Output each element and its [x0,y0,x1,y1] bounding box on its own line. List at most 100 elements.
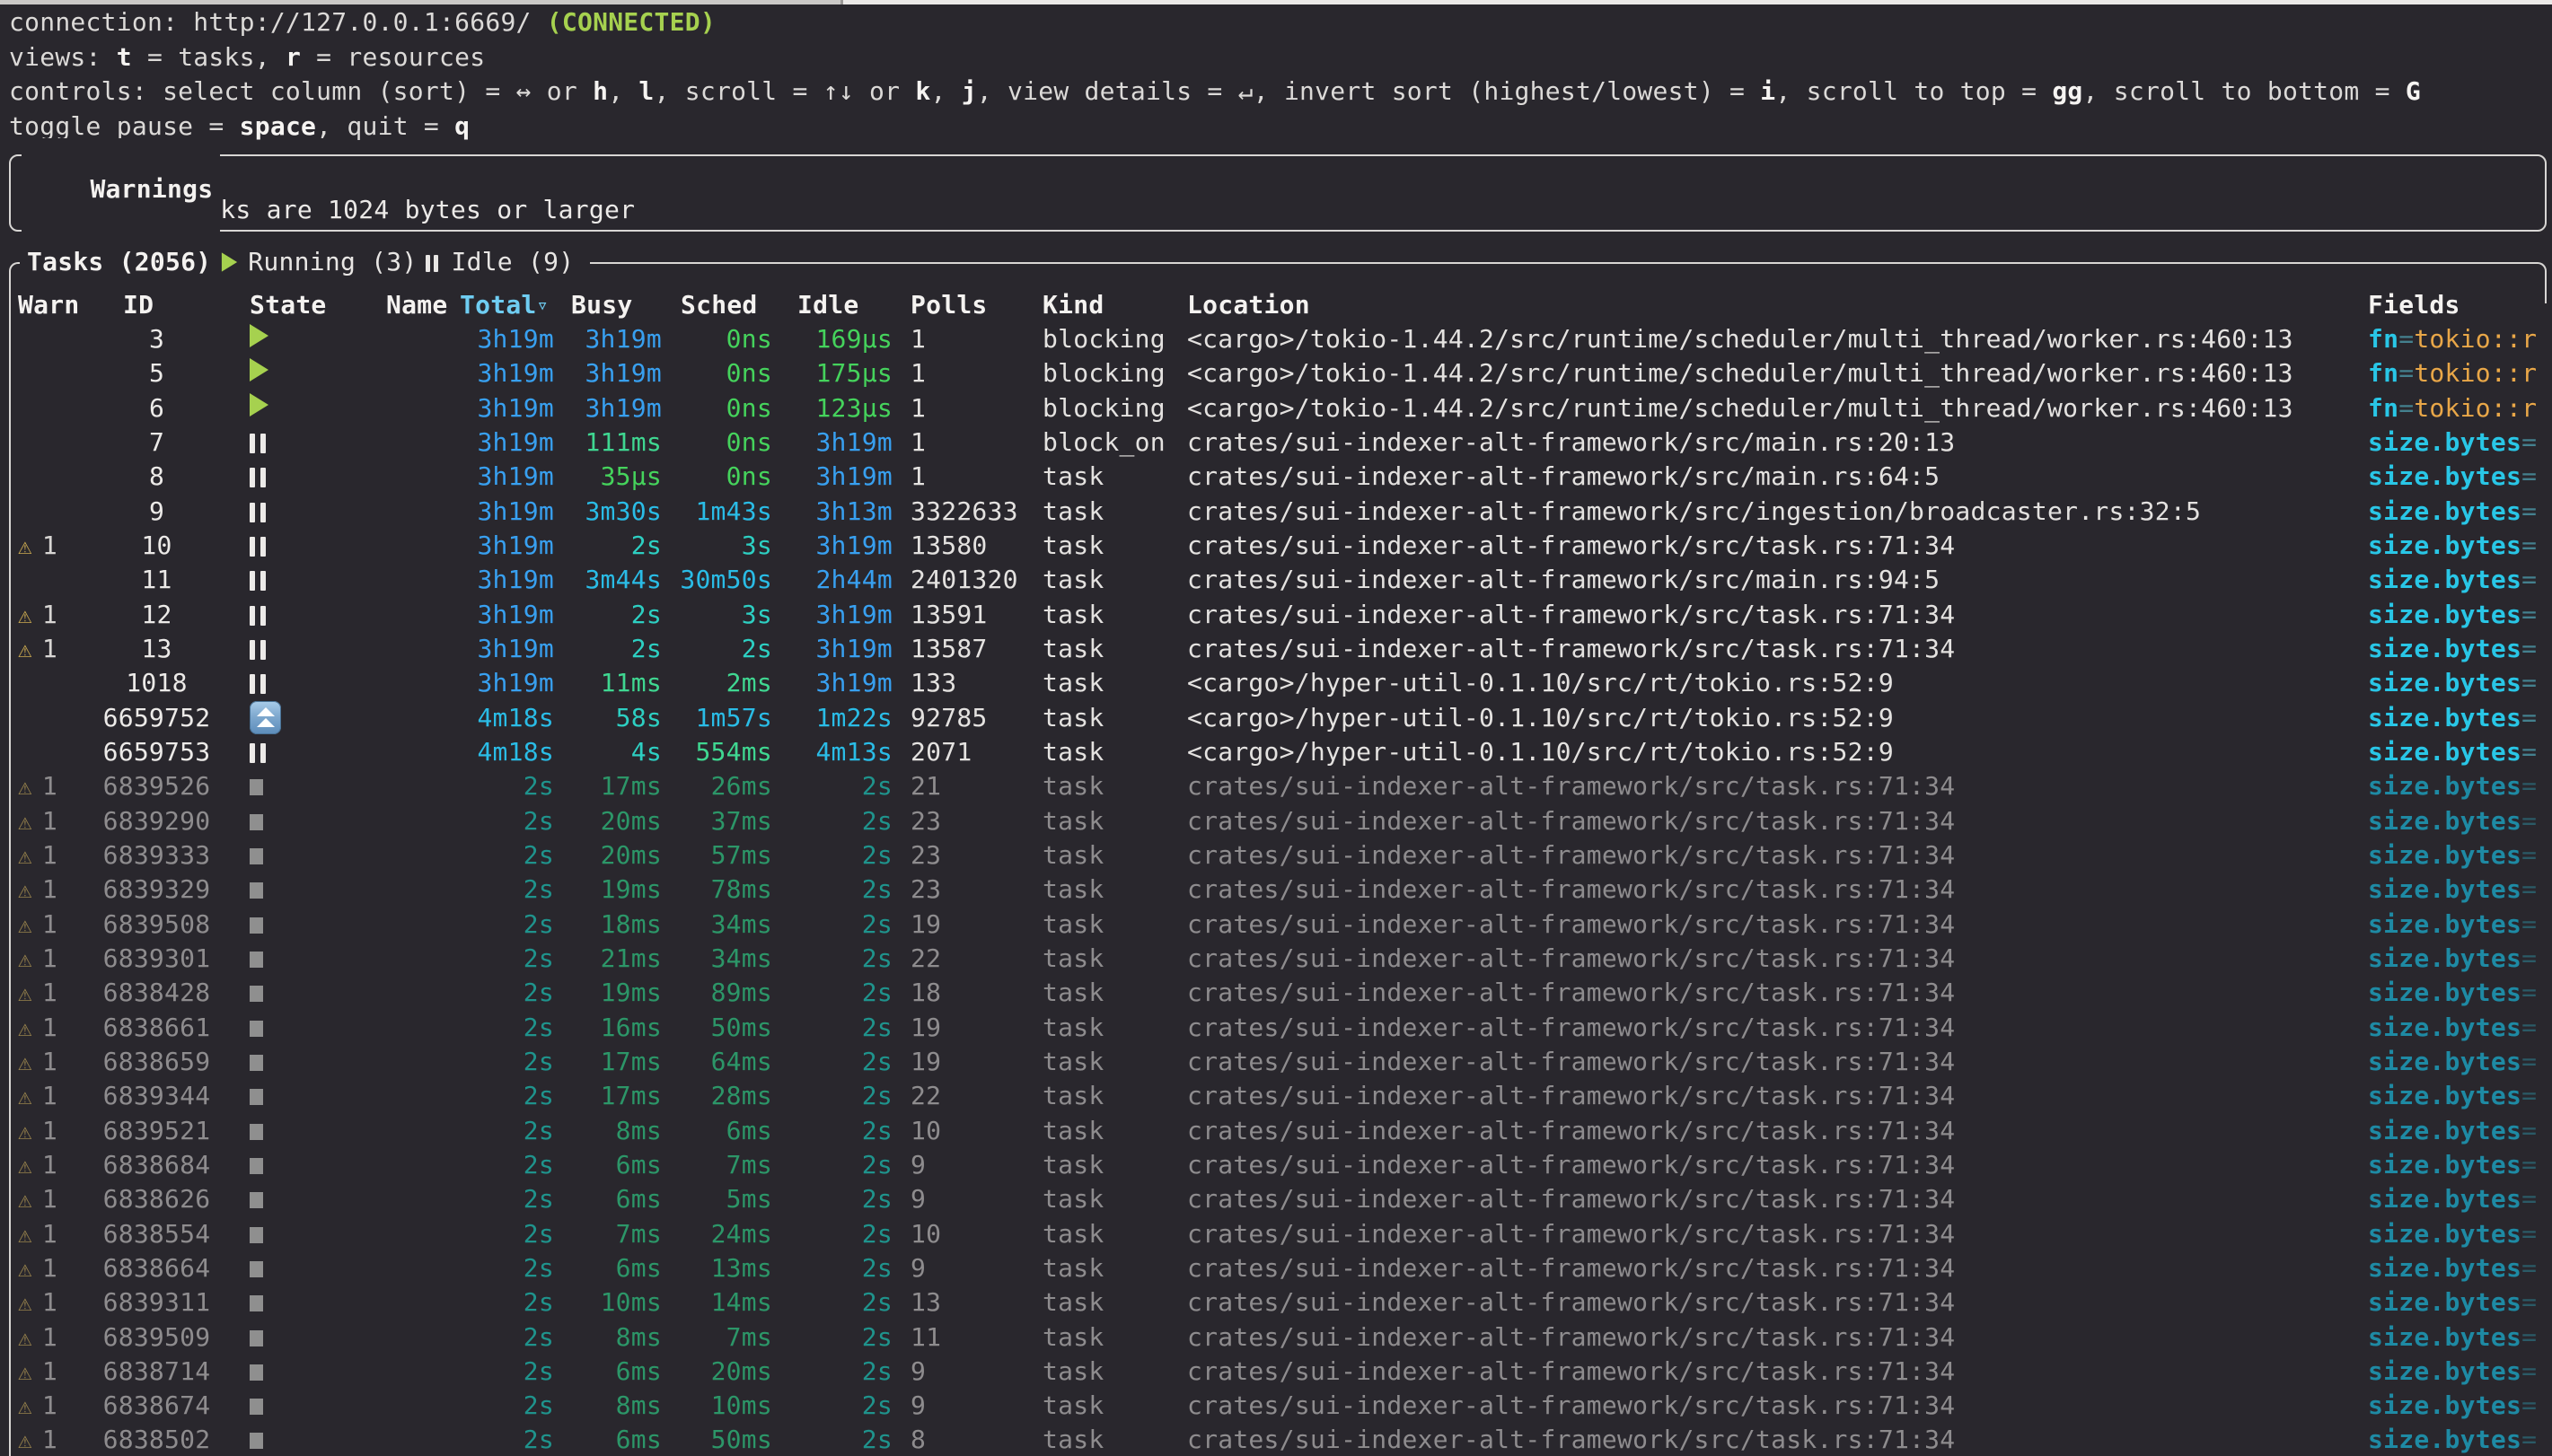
total-duration-cell: 2s [460,1081,569,1110]
location-cell: crates/sui-indexer-alt-framework/src/mai… [1187,427,2368,457]
warn-count: 1 [42,1013,57,1042]
location-cell: crates/sui-indexer-alt-framework/src/mai… [1187,565,2368,594]
table-row[interactable]: ⚠1 6838674 2s 8ms 10ms 2s 9 task crates/… [18,1389,2552,1423]
table-row[interactable]: 6659752 4m18s 58s 1m57s 1m22s 92785 task… [18,700,2552,734]
column-header-name[interactable]: Name [382,290,460,320]
kind-cell: task [1043,600,1187,629]
table-row[interactable]: ⚠1 6838661 2s 16ms 50ms 2s 19 task crate… [18,1010,2552,1044]
state-cell [217,943,382,973]
column-header-total-sorted[interactable]: Total▿ [460,290,569,320]
polls-cell: 19 [911,909,1043,939]
column-header-polls[interactable]: Polls [911,290,1043,320]
table-row[interactable]: 9 3h19m 3m30s 1m43s 3h13m 3322633 task c… [18,494,2552,528]
completed-icon [250,1055,263,1071]
busy-duration-cell: 8ms [569,1322,664,1352]
sched-duration-cell: 14ms [664,1287,788,1317]
warn-count: 1 [42,1253,57,1283]
table-row[interactable]: ⚠1 6838502 2s 6ms 50ms 2s 8 task crates/… [18,1423,2552,1456]
table-row[interactable]: ⚠1 6838659 2s 17ms 64ms 2s 19 task crate… [18,1044,2552,1078]
table-row[interactable]: ⚠1 6839509 2s 8ms 7ms 2s 11 task crates/… [18,1320,2552,1354]
table-row[interactable]: 5 3h19m 3h19m 0ns 175µs 1 blocking <carg… [18,356,2552,390]
table-row[interactable]: ⚠1 6839508 2s 18ms 34ms 2s 19 task crate… [18,907,2552,941]
polls-cell: 13 [911,1287,1043,1317]
table-row[interactable]: ⚠1 6839301 2s 21ms 34ms 2s 22 task crate… [18,941,2552,975]
table-row[interactable]: 6659753 4m18s 4s 554ms 4m13s 2071 task <… [18,734,2552,768]
kind-cell: task [1043,1425,1187,1454]
state-cell [217,1322,382,1352]
table-row[interactable]: ⚠1 6838626 2s 6ms 5ms 2s 9 task crates/s… [18,1182,2552,1216]
column-header-location[interactable]: Location [1187,290,2368,320]
warn-cell: ⚠1 [18,1287,96,1317]
table-row[interactable]: ⚠1 6838714 2s 6ms 20ms 2s 9 task crates/… [18,1354,2552,1388]
table-row[interactable]: ⚠1 6839344 2s 17ms 28ms 2s 22 task crate… [18,1079,2552,1113]
warning-icon: ⚠ [18,1359,32,1386]
column-header-sched[interactable]: Sched [664,290,788,320]
field-equals: = [2521,840,2537,870]
completed-icon [250,952,263,968]
fields-cell: size.bytes= [2368,634,2552,663]
table-row[interactable]: ⚠1 6839290 2s 20ms 37ms 2s 23 task crate… [18,803,2552,838]
table-row[interactable]: ⚠1 6838554 2s 7ms 24ms 2s 10 task crates… [18,1216,2552,1250]
total-duration-cell: 2s [460,1184,569,1214]
location-cell: crates/sui-indexer-alt-framework/src/tas… [1187,1184,2368,1214]
table-row[interactable]: ⚠1 6839521 2s 8ms 6ms 2s 10 task crates/… [18,1113,2552,1147]
state-cell [217,737,382,767]
table-row[interactable]: 3 3h19m 3h19m 0ns 169µs 1 blocking <carg… [18,321,2552,355]
location-cell: crates/sui-indexer-alt-framework/src/tas… [1187,1116,2368,1145]
task-id-cell: 9 [96,496,217,526]
fields-cell: size.bytes= [2368,909,2552,939]
column-header-kind[interactable]: Kind [1043,290,1187,320]
busy-duration-cell: 19ms [569,874,664,904]
total-duration-cell: 2s [460,771,569,801]
state-cell [217,668,382,697]
completed-icon [250,1158,263,1174]
table-row[interactable]: 11 3h19m 3m44s 30m50s 2h44m 2401320 task… [18,563,2552,597]
table-row[interactable]: 8 3h19m 35µs 0ns 3h19m 1 task crates/sui… [18,460,2552,494]
table-row[interactable]: ⚠1 13 3h19m 2s 2s 3h19m 13587 task crate… [18,631,2552,665]
table-row[interactable]: ⚠1 6839311 2s 10ms 14ms 2s 13 task crate… [18,1285,2552,1320]
idle-duration-cell: 2s [788,1219,911,1249]
table-row[interactable]: ⚠1 6838684 2s 6ms 7ms 2s 9 task crates/s… [18,1147,2552,1181]
sort-descending-icon: ▿ [537,294,550,317]
warn-cell: ⚠1 [18,1184,96,1214]
table-row[interactable]: ⚠1 6839333 2s 20ms 57ms 2s 23 task crate… [18,838,2552,872]
polls-cell: 9 [911,1356,1043,1386]
table-row[interactable]: ⚠1 12 3h19m 2s 3s 3h19m 13591 task crate… [18,597,2552,631]
kind-cell: block_on [1043,427,1187,457]
total-duration-cell: 2s [460,874,569,904]
table-row[interactable]: ⚠1 6838428 2s 19ms 89ms 2s 18 task crate… [18,976,2552,1010]
kind-cell: task [1043,874,1187,904]
field-equals: = [2521,1253,2537,1283]
task-id-cell: 6838502 [96,1425,217,1454]
sched-duration-cell: 7ms [664,1322,788,1352]
column-header-idle[interactable]: Idle [788,290,911,320]
table-row[interactable]: ⚠1 10 3h19m 2s 3s 3h19m 13580 task crate… [18,528,2552,562]
completed-icon [250,1124,263,1140]
field-equals: = [2521,1356,2537,1386]
busy-duration-cell: 17ms [569,771,664,801]
sched-duration-cell: 2s [664,634,788,663]
kind-cell: task [1043,1081,1187,1110]
table-row[interactable]: ⚠1 6838664 2s 6ms 13ms 2s 9 task crates/… [18,1250,2552,1285]
column-header-warn[interactable]: Warn [18,290,96,320]
column-header-fields[interactable]: Fields [2368,290,2552,320]
table-row[interactable]: 1018 3h19m 11ms 2ms 3h19m 133 task <carg… [18,666,2552,700]
fields-cell: size.bytes= [2368,874,2552,904]
table-row[interactable]: ⚠1 6839329 2s 19ms 78ms 2s 23 task crate… [18,873,2552,907]
field-key: size.bytes [2368,565,2521,594]
warn-cell: ⚠1 [18,806,96,836]
completed-icon [250,882,263,899]
table-row[interactable]: 7 3h19m 111ms 0ns 3h19m 1 block_on crate… [18,425,2552,459]
column-header-id[interactable]: ID [96,290,217,320]
warn-cell: ⚠1 [18,1390,96,1420]
task-id-cell: 6838674 [96,1390,217,1420]
warn-cell: ⚠1 [18,1047,96,1076]
completed-icon [250,1295,263,1311]
table-row[interactable]: 6 3h19m 3h19m 0ns 123µs 1 blocking <carg… [18,390,2552,425]
sched-duration-cell: 0ns [664,324,788,354]
field-key: size.bytes [2368,874,2521,904]
column-header-busy[interactable]: Busy [569,290,664,320]
column-header-state[interactable]: State [217,290,382,320]
info-line-1: connection: http://127.0.0.1:6669/ (CONN… [9,5,2552,40]
table-row[interactable]: ⚠1 6839526 2s 17ms 26ms 2s 21 task crate… [18,769,2552,803]
